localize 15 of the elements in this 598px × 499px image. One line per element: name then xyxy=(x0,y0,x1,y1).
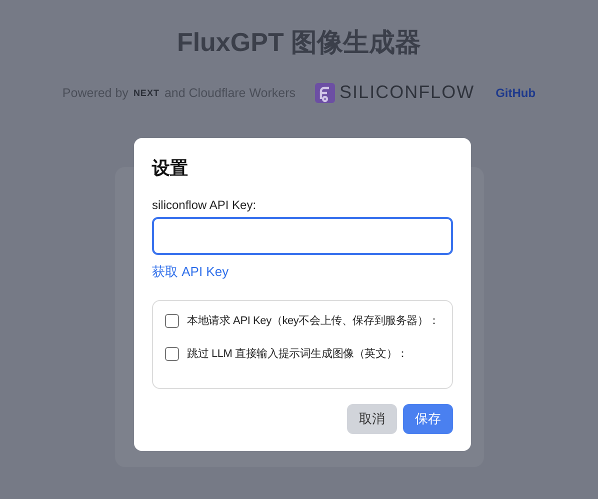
option-label: 跳过 LLM 直接输入提示词生成图像（英文）： xyxy=(187,346,408,361)
api-key-field[interactable] xyxy=(152,217,453,255)
option-label: 本地请求 API Key（key不会上传、保存到服务器）： xyxy=(187,314,440,328)
get-api-key-link[interactable]: 获取 API Key xyxy=(152,263,229,281)
sponsor-logo: SILICONFLOW xyxy=(340,82,475,103)
checkbox[interactable] xyxy=(165,346,179,360)
framework-logo: NEXT xyxy=(133,88,160,98)
save-button[interactable]: 保存 xyxy=(403,404,453,434)
dialog-title: 设置 xyxy=(152,157,189,180)
logo-icon xyxy=(314,82,335,102)
checkbox[interactable] xyxy=(165,314,179,328)
field-label: siliconflow API Key: xyxy=(152,198,258,212)
github-link[interactable]: GitHub xyxy=(496,86,536,100)
app-title: FluxGPT 图像生成器 xyxy=(176,26,422,58)
cancel-button[interactable]: 取消 xyxy=(347,404,397,434)
